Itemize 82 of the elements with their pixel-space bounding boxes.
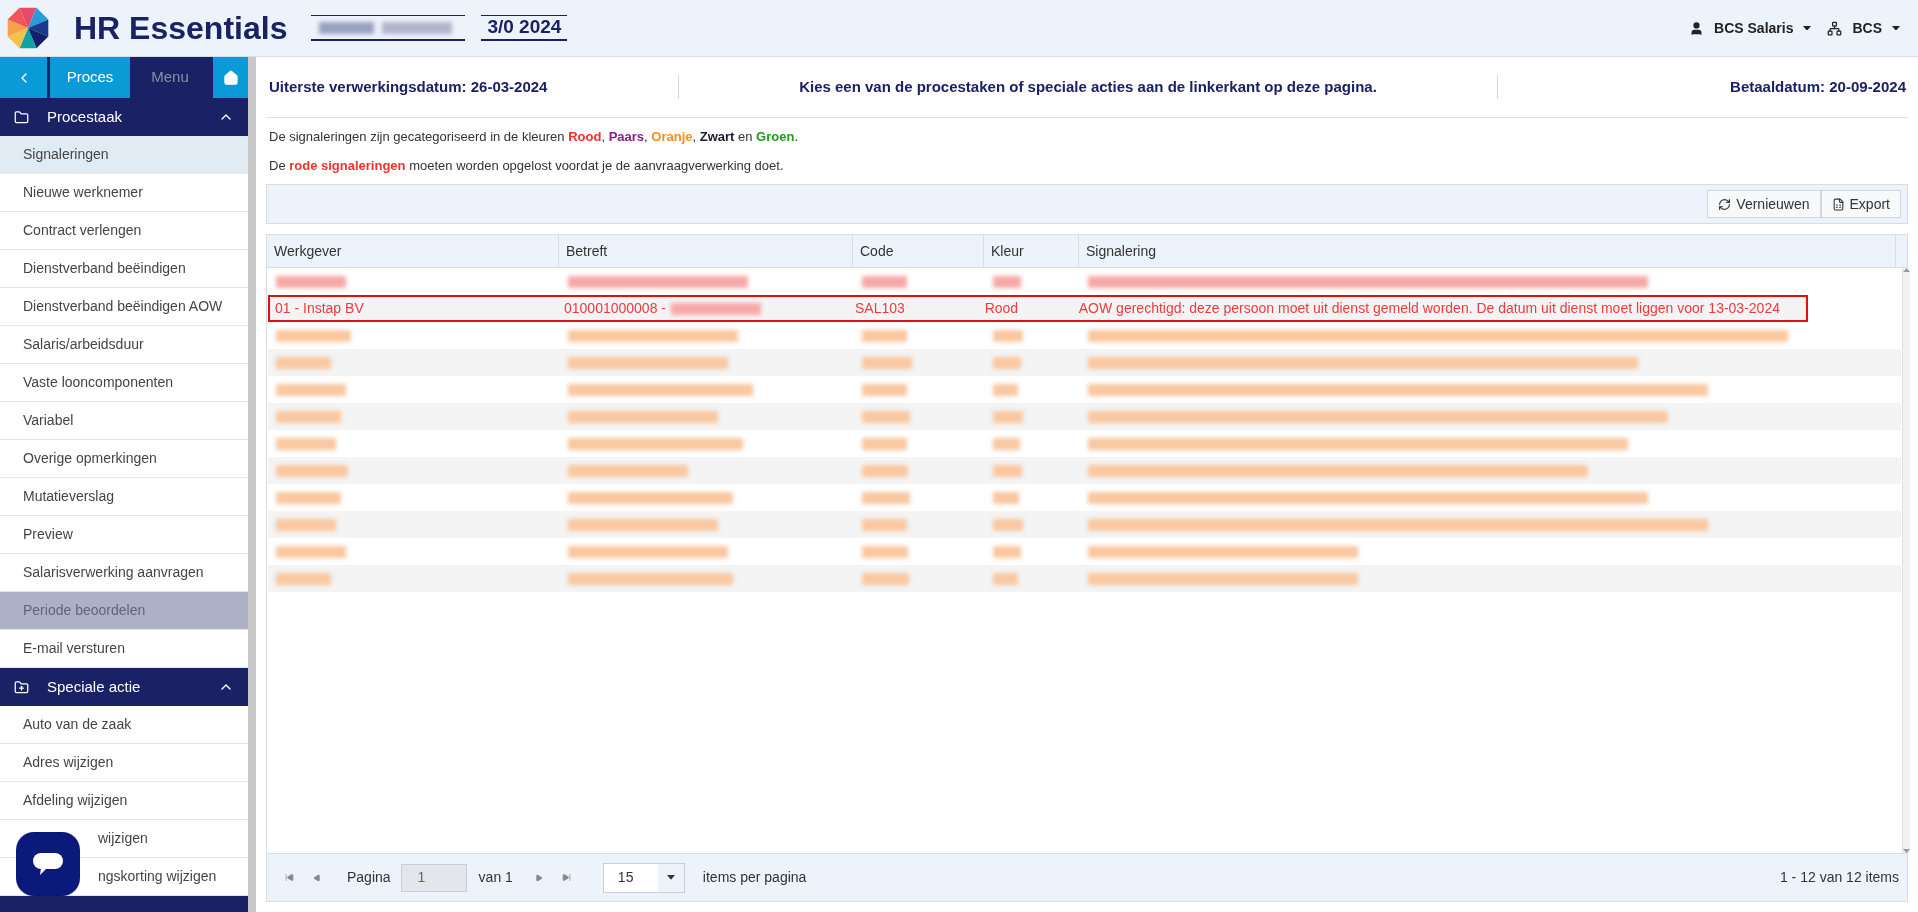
section-title: Speciale actie xyxy=(47,676,141,697)
table-row[interactable] xyxy=(268,511,1901,538)
redacted-text xyxy=(993,572,1018,585)
period-field: 3/0 2024 xyxy=(481,15,568,41)
page-label: Pagina xyxy=(347,868,391,887)
highlighted-row[interactable]: 01 - Instap BV 010001000008 - SAL103 Rood AOW gerechtigd: deze persoon moet uit dienst gemeld worden. De datum uit dienst moet liggen voor 13-03-2024 xyxy=(268,295,1808,322)
caret-icon xyxy=(666,875,675,880)
home-icon xyxy=(222,69,239,86)
sidebar-item[interactable]: Signaleringen xyxy=(0,136,248,174)
redacted-text xyxy=(993,410,1023,423)
table-cell-text: 01 - Instap BV xyxy=(275,299,364,318)
redacted-text xyxy=(993,383,1018,396)
page-field[interactable]: 1 xyxy=(400,863,467,892)
file-icon xyxy=(1831,197,1845,211)
section-header[interactable]: Procestaak xyxy=(0,98,248,136)
chat-button[interactable] xyxy=(16,832,80,896)
redacted-text xyxy=(862,572,909,585)
last-page-icon xyxy=(562,873,572,882)
redacted-text xyxy=(862,383,907,396)
table-scrollbar[interactable] xyxy=(1902,268,1910,853)
redacted-text xyxy=(862,329,907,342)
triangle-up-icon xyxy=(1903,268,1910,273)
redacted-text xyxy=(993,518,1023,531)
redacted-text xyxy=(993,329,1023,342)
legend-text: De signaleringen zijn gecategoriseerd in de kleuren Rood, Paars, Oranje, Zwart en Groen. xyxy=(269,128,799,145)
app-title: HR Essentials xyxy=(74,9,288,48)
previous-page-icon xyxy=(313,873,321,882)
column-header[interactable]: Kleur xyxy=(984,235,1079,267)
column-header[interactable]: Code xyxy=(853,235,984,267)
redacted-text xyxy=(993,275,1021,288)
table-cell-text: AOW gerechtigd: deze persoon moet uit dienst gemeld worden. De datum uit dienst moet liggen voor 13-03-2024 xyxy=(1078,299,1780,318)
redacted-text xyxy=(993,356,1021,369)
instruction-text: Kies een van de procestaken of speciale acties aan de linkerkant op deze pagina. xyxy=(798,76,1378,97)
pay-date-text: Betaaldatum: 20-09-2024 xyxy=(1729,76,1907,97)
column-header[interactable]: Werkgever xyxy=(267,235,559,267)
table-row[interactable] xyxy=(268,403,1901,430)
page-count-text: van 1 xyxy=(478,868,513,887)
redacted-text xyxy=(993,491,1019,504)
export-button[interactable]: Export xyxy=(1820,190,1901,218)
company-menu[interactable]: BCS xyxy=(1852,17,1882,39)
table-row[interactable] xyxy=(268,349,1901,376)
back-button[interactable] xyxy=(0,57,47,98)
redacted-text xyxy=(862,275,907,288)
refresh-icon xyxy=(1718,197,1732,211)
page-size-select[interactable]: 15 xyxy=(602,862,685,893)
home-button[interactable] xyxy=(213,57,248,98)
refresh-button[interactable]: Vernieuwen xyxy=(1707,190,1821,218)
user-icon xyxy=(1689,20,1705,36)
next-page-icon xyxy=(534,873,543,882)
section-header[interactable]: Speciale actie xyxy=(0,668,248,706)
table-cell-text: 010001000008 - xyxy=(564,299,666,318)
legend-text: De rode signaleringen moeten worden opgelost voordat je de aanvraagverwerking doet. xyxy=(269,157,785,174)
section-title: Procestaak xyxy=(47,106,123,127)
redacted-text xyxy=(862,410,910,423)
redacted-text xyxy=(862,518,907,531)
redacted-text xyxy=(862,437,907,450)
pager-summary: 1 - 12 van 12 items xyxy=(1779,868,1899,887)
redacted-text xyxy=(993,464,1022,477)
redacted-text xyxy=(993,437,1020,450)
folder-plus-icon xyxy=(14,679,29,695)
page-size-label: items per pagina xyxy=(702,868,807,887)
redacted-text xyxy=(993,545,1021,558)
caret-icon xyxy=(1803,25,1812,31)
redacted-text xyxy=(862,491,910,504)
column-header[interactable]: Betreft xyxy=(559,235,853,267)
redacted-text xyxy=(862,464,908,477)
chat-icon xyxy=(31,850,65,878)
folder-icon xyxy=(14,109,29,125)
table-row[interactable] xyxy=(268,565,1901,592)
first-page-icon xyxy=(284,873,294,882)
redacted-text xyxy=(862,356,912,369)
company-icon xyxy=(1827,20,1843,36)
user-menu[interactable]: BCS Salaris xyxy=(1714,17,1794,39)
table-cell-text: SAL103 xyxy=(854,299,905,318)
table-row[interactable] xyxy=(268,457,1901,484)
column-header[interactable]: Signalering xyxy=(1079,235,1896,267)
caret-icon xyxy=(1892,25,1900,31)
table-cell-text: Rood xyxy=(984,299,1019,318)
caret-icon xyxy=(1903,848,1910,853)
sidebar-scrollbar[interactable] xyxy=(248,57,256,912)
redacted-text xyxy=(862,545,908,558)
deadline-text: Uiterste verwerkingsdatum: 26-03-2024 xyxy=(268,76,549,97)
